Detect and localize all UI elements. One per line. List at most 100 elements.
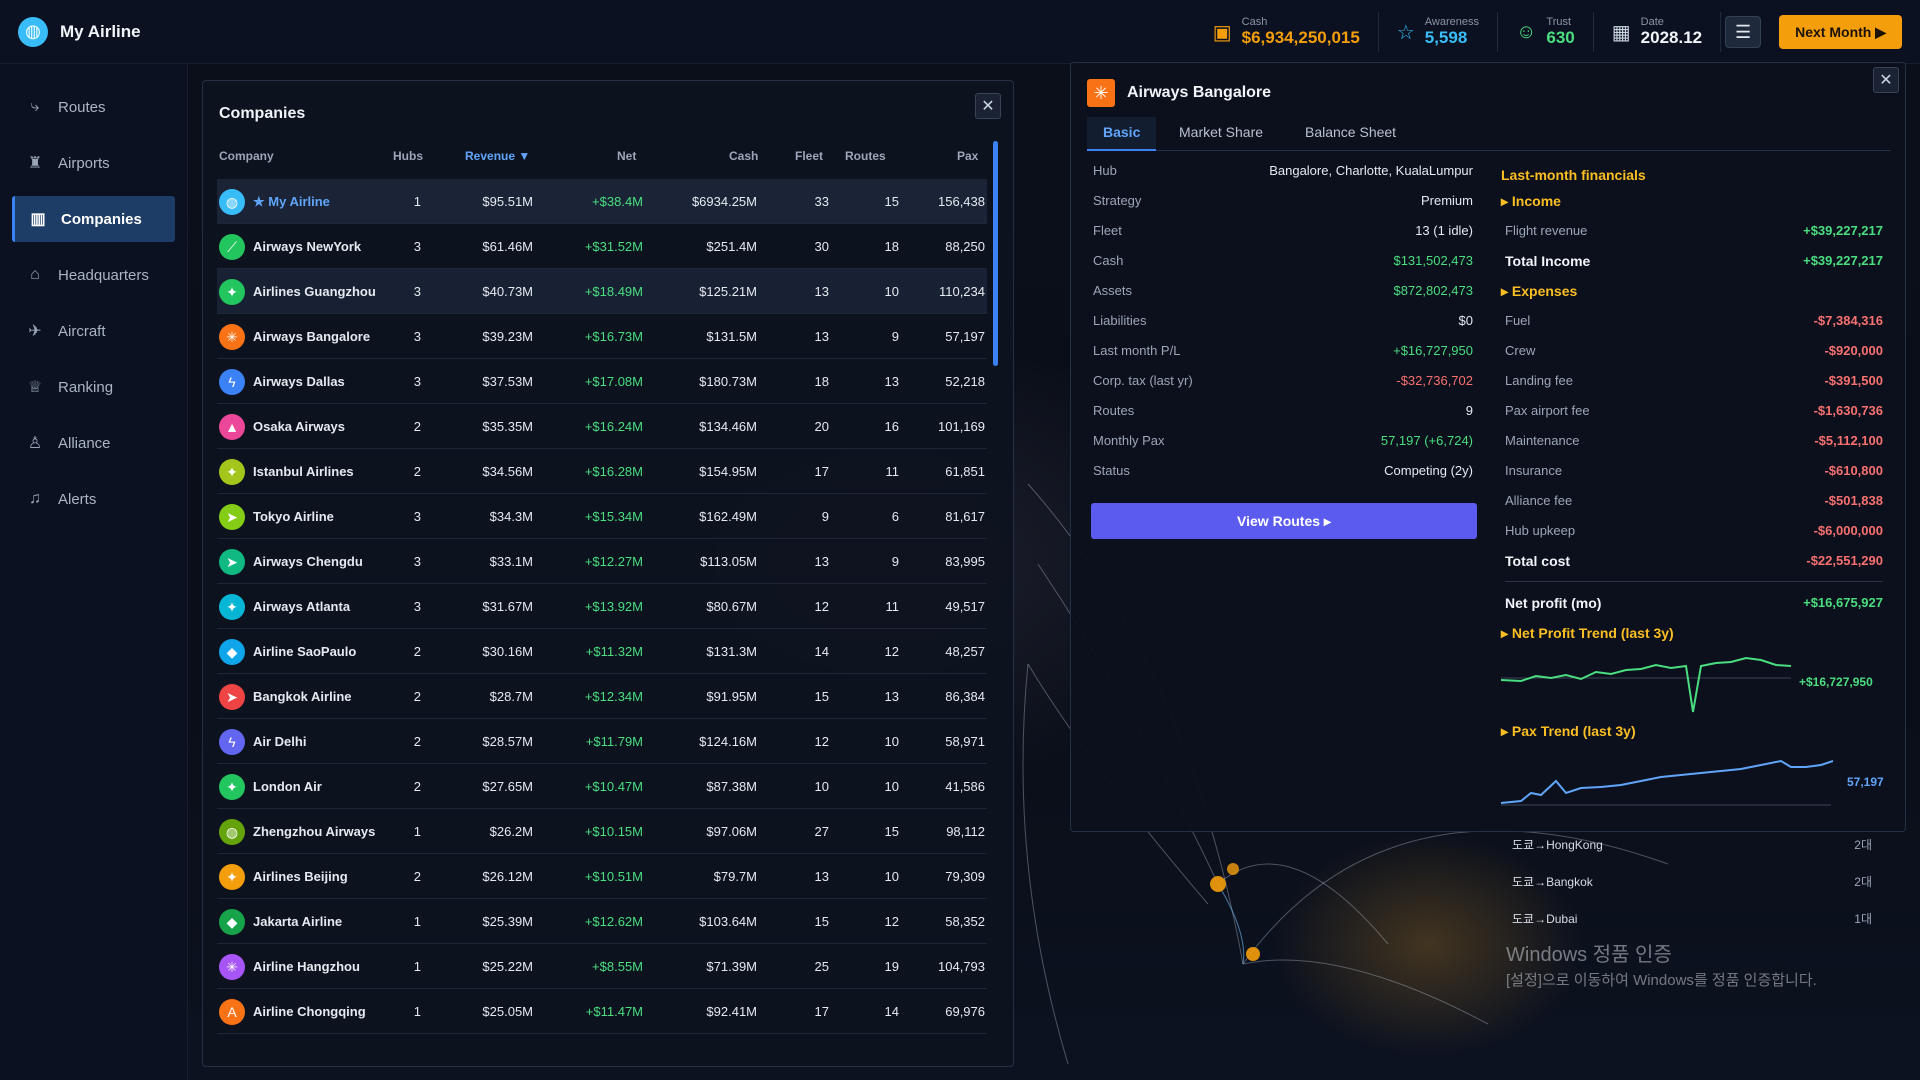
star-icon: ☆ [1396, 21, 1415, 44]
cash-cell: $162.49M [699, 509, 757, 524]
table-row[interactable]: A Airline Chongqing 1 $25.05M +$11.47M $92.41… [217, 989, 987, 1034]
divider [1505, 581, 1883, 582]
info-label: Last month P/L [1093, 343, 1181, 358]
list-item[interactable]: 도쿄→Bangkok 2대 [1512, 873, 1912, 910]
pax-cell: 52,218 [945, 374, 985, 389]
pax-cell: 81,617 [945, 509, 985, 524]
brand: ◍ My Airline [0, 16, 400, 47]
table-row[interactable]: ϟ Air Delhi 2 $28.57M +$11.79M $124.16M 12 10 58… [217, 719, 987, 764]
airport-tower-icon: ♜ [27, 155, 43, 172]
hamburger-menu-icon[interactable]: ☰ [1725, 16, 1762, 48]
pax-trend-sparkline [1501, 759, 1834, 806]
table-row[interactable]: ➤ Airways Chengdu 3 $33.1M +$12.27M $113.05M 1… [217, 539, 987, 584]
table-row[interactable]: ◆ Airline SaoPaulo 2 $30.16M +$11.32M $131.3M… [217, 629, 987, 674]
col-revenue[interactable]: Revenue ▼ [465, 149, 530, 163]
table-row[interactable]: ◆ Jakarta Airline 1 $25.39M +$12.62M $103.64M… [217, 899, 987, 944]
revenue-cell: $37.53M [482, 374, 533, 389]
fleet-cell: 27 [814, 824, 829, 839]
table-row[interactable]: ▲ Osaka Airways 2 $35.35M +$16.24M $134.46M 20… [217, 404, 987, 449]
info-value: $0 [1458, 313, 1473, 328]
cash-cell: $91.95M [706, 689, 757, 704]
revenue-cell: $34.56M [482, 464, 533, 479]
sidebar-item-headquarters[interactable]: ⌂ Headquarters [12, 252, 175, 298]
sidebar-item-ranking[interactable]: ♕ Ranking [12, 364, 175, 410]
table-row[interactable]: ➤ Tokyo Airline 3 $34.3M +$15.34M $162.49M 9 6 8… [217, 494, 987, 539]
financials-title: Last-month financials [1501, 167, 1646, 183]
next-month-button[interactable]: Next Month ▶ [1779, 15, 1902, 49]
company-logo-icon: ✦ [219, 594, 245, 620]
routes-cell: 9 [891, 554, 899, 569]
close-icon[interactable]: ✕ [975, 93, 1001, 119]
company-logo-icon: ▲ [219, 414, 245, 440]
sidebar-item-aircraft[interactable]: ✈ Aircraft [12, 308, 175, 354]
table-row[interactable]: ✦ London Air 2 $27.65M +$10.47M $87.38M 10 10 41… [217, 764, 987, 809]
trust-value: 630 [1546, 28, 1575, 47]
awareness-label: Awareness [1424, 16, 1479, 28]
fleet-cell: 13 [814, 554, 829, 569]
fin-value: +$39,227,217 [1803, 253, 1883, 268]
app-title: My Airline [60, 21, 141, 41]
table-row[interactable]: ⟋ Airways NewYork 3 $61.46M +$31.52M $251.4M 3… [217, 224, 987, 269]
table-row[interactable]: ϟ Airways Dallas 3 $37.53M +$17.08M $180.73M 1… [217, 359, 987, 404]
table-row[interactable]: ➤ Bangkok Airline 2 $28.7M +$12.34M $91.95M 15… [217, 674, 987, 719]
building-icon: ▥ [30, 211, 46, 228]
table-row[interactable]: ◍ Zhengzhou Airways 1 $26.2M +$10.15M $97.06M… [217, 809, 987, 854]
sidebar-item-label: Routes [58, 98, 106, 116]
tab-basic[interactable]: Basic [1087, 117, 1157, 151]
scrollbar[interactable] [993, 141, 998, 366]
income-section-toggle[interactable]: ▸ Income [1501, 193, 1561, 210]
table-row[interactable]: ✦ Istanbul Airlines 2 $34.56M +$16.28M $154.9… [217, 449, 987, 494]
table-row[interactable]: ◍ ★ My Airline 1 $95.51M +$38.4M $6934.25M 33 1… [217, 179, 987, 224]
expense-row: Alliance fee -$501,838 [1505, 493, 1883, 523]
pax-trend-toggle[interactable]: ▸ Pax Trend (last 3y) [1501, 723, 1636, 740]
col-pax[interactable]: Pax [957, 149, 978, 163]
home-icon: ⌂ [30, 266, 40, 283]
table-row[interactable]: ✦ Airways Atlanta 3 $31.67M +$13.92M $80.67M 1… [217, 584, 987, 629]
expenses-section-toggle[interactable]: ▸ Expenses [1501, 283, 1577, 300]
col-fleet[interactable]: Fleet [795, 149, 823, 163]
route-label: 도쿄→Dubai [1512, 912, 1578, 926]
info-label: Assets [1093, 283, 1133, 298]
company-logo-icon: ◆ [219, 639, 245, 665]
sidebar-item-companies[interactable]: ▥ Companies [12, 196, 175, 242]
table-row[interactable]: ✦ Airlines Beijing 2 $26.12M +$10.51M $79.7M 1… [217, 854, 987, 899]
pax-cell: 49,517 [945, 599, 985, 614]
close-icon[interactable]: ✕ [1873, 67, 1899, 93]
company-name: London Air [253, 779, 322, 794]
expense-row: Hub upkeep -$6,000,000 [1505, 523, 1883, 553]
fin-label: Flight revenue [1505, 223, 1588, 238]
route-label: 도쿄→Bangkok [1512, 875, 1593, 889]
list-item[interactable]: 도쿄→HongKong 2대 [1512, 836, 1912, 873]
tab-market-share[interactable]: Market Share [1163, 117, 1279, 151]
table-row[interactable]: ✳ Airways Bangalore 3 $39.23M +$16.73M $131.5… [217, 314, 987, 359]
info-value: 9 [1465, 403, 1473, 418]
cash-cell: $180.73M [699, 374, 757, 389]
cash-cell: $134.46M [699, 419, 757, 434]
col-cash[interactable]: Cash [729, 149, 758, 163]
sidebar-item-routes[interactable]: ⤷ Routes [12, 84, 175, 130]
routes-cell: 19 [884, 959, 899, 974]
col-net[interactable]: Net [617, 149, 636, 163]
col-routes[interactable]: Routes [845, 149, 886, 163]
revenue-cell: $34.3M [489, 509, 533, 524]
info-label: Fleet [1093, 223, 1122, 238]
tab-balance-sheet[interactable]: Balance Sheet [1289, 117, 1412, 151]
revenue-cell: $28.7M [489, 689, 533, 704]
col-hubs[interactable]: Hubs [393, 149, 423, 163]
table-row[interactable]: ✦ Airlines Guangzhou 3 $40.73M +$18.49M $125.… [217, 269, 987, 314]
view-routes-button[interactable]: View Routes ▸ [1091, 503, 1477, 539]
net-profit-trend-toggle[interactable]: ▸ Net Profit Trend (last 3y) [1501, 625, 1674, 642]
fleet-cell: 17 [814, 1004, 829, 1019]
sidebar-item-alliance[interactable]: ♙ Alliance [12, 420, 175, 466]
col-company[interactable]: Company [219, 149, 274, 163]
company-logo-icon: ✦ [219, 774, 245, 800]
sidebar-item-alerts[interactable]: ♫ Alerts [12, 476, 175, 522]
table-row[interactable]: ✳ Airline Hangzhou 1 $25.22M +$8.55M $71.39M 2… [217, 944, 987, 989]
revenue-cell: $25.22M [482, 959, 533, 974]
company-name: Tokyo Airline [253, 509, 334, 524]
revenue-cell: $25.39M [482, 914, 533, 929]
sidebar-item-airports[interactable]: ♜ Airports [12, 140, 175, 186]
trophy-icon: ♕ [27, 379, 43, 396]
revenue-cell: $25.05M [482, 1004, 533, 1019]
company-name: Airline SaoPaulo [253, 644, 357, 659]
